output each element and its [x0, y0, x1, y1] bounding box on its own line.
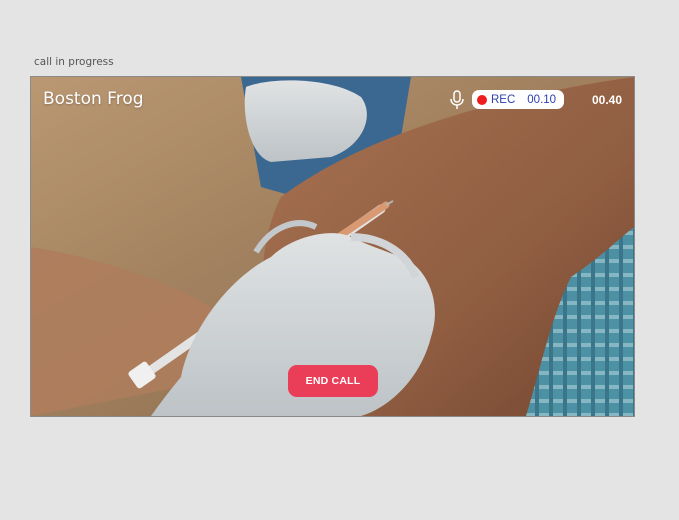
- microphone-icon[interactable]: [449, 90, 465, 110]
- video-feed: Boston Frog REC 00.10 00.40 END CALL: [30, 76, 635, 417]
- recording-time: 00.10: [527, 93, 557, 106]
- call-status-label: call in progress: [34, 56, 114, 68]
- caller-name: Boston Frog: [43, 89, 144, 109]
- recording-indicator: REC 00.10: [472, 90, 565, 109]
- record-dot-icon: [477, 94, 487, 105]
- rec-label: REC: [491, 93, 516, 106]
- end-call-button[interactable]: END CALL: [288, 365, 378, 397]
- call-duration: 00.40: [591, 93, 622, 107]
